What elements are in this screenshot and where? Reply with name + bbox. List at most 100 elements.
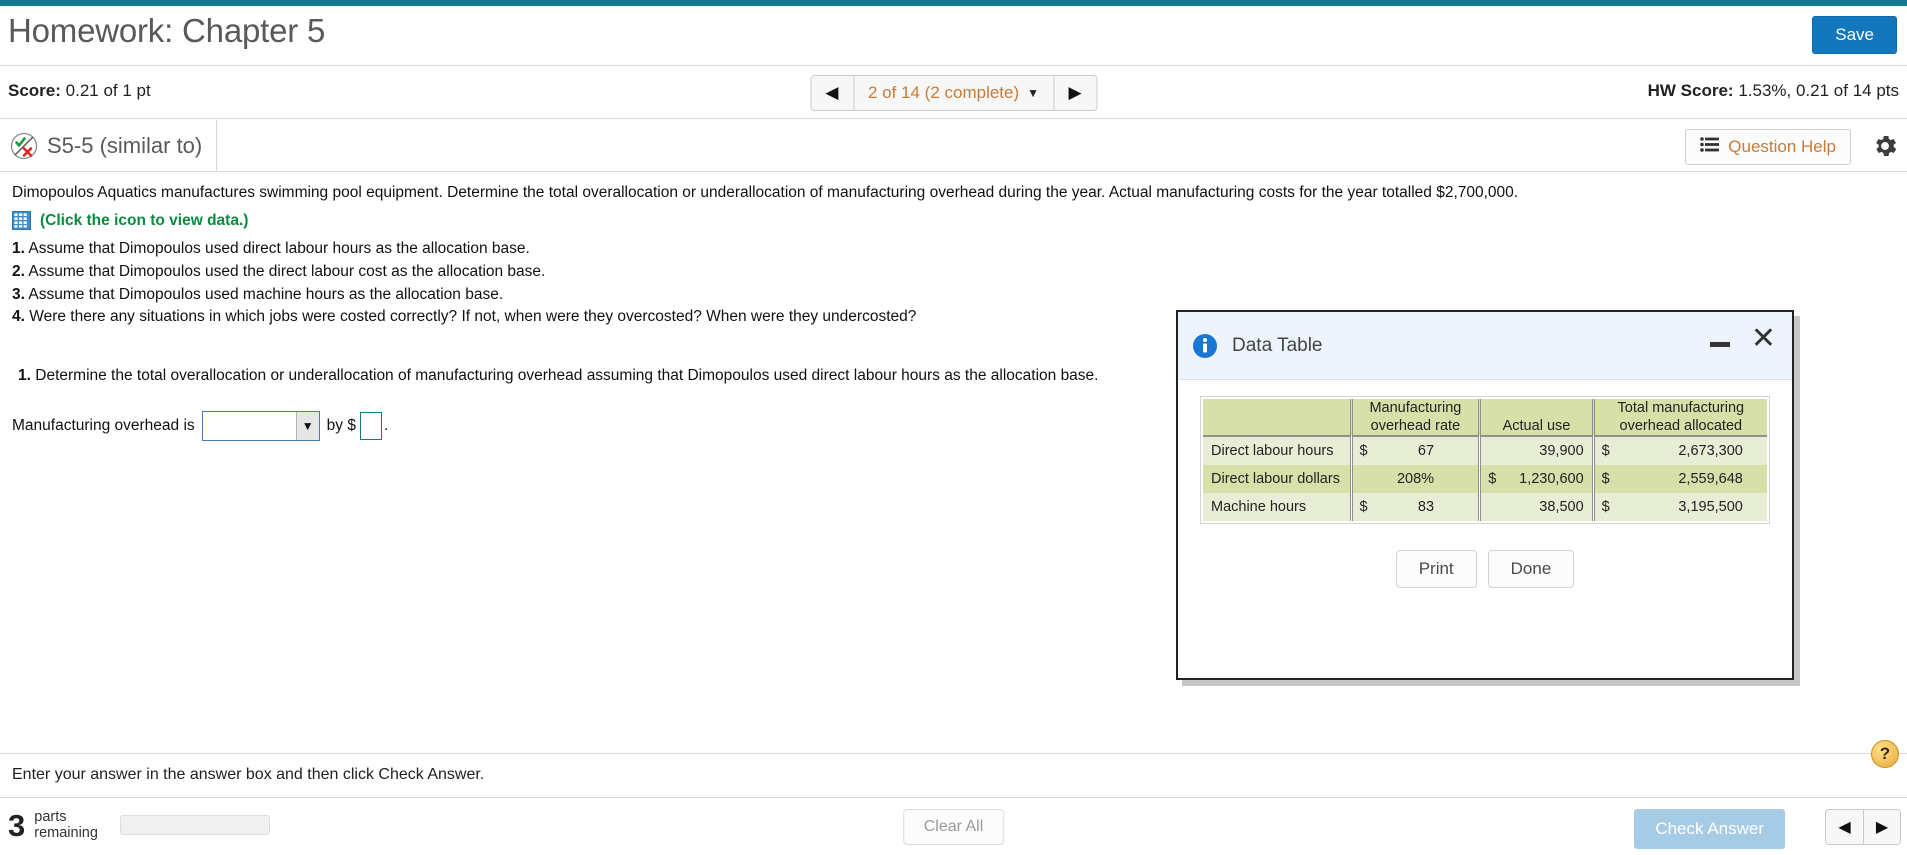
progress-bar: [119, 815, 270, 836]
dialog-header: Data Table ✕: [1178, 312, 1792, 380]
row-rate: $ 83: [1349, 493, 1480, 522]
actual-use-value: 38,500: [1539, 499, 1584, 516]
dialog-title: Data Table: [1232, 334, 1323, 356]
save-button[interactable]: Save: [1812, 16, 1897, 55]
row-rate: $ 67: [1349, 436, 1480, 466]
grid-table-icon[interactable]: [12, 211, 31, 231]
currency-symbol: $: [1359, 499, 1368, 516]
done-button[interactable]: Done: [1487, 550, 1575, 589]
homework-page: Homework: Chapter 5 Save Score: 0.21 of …: [0, 0, 1907, 855]
amount-input[interactable]: [359, 411, 382, 440]
question-identifier: S5-5 (similar to): [0, 120, 218, 171]
list-item: 2. Assume that Dimopoulos used the direc…: [12, 261, 1907, 284]
rate-value: 67: [1417, 443, 1435, 460]
dialog-buttons: Print Done: [1200, 550, 1770, 589]
data-table-head: Manufacturing overhead rate Actual use T…: [1203, 399, 1767, 438]
column-header-allocated: Total manufacturing overhead allocated: [1591, 399, 1767, 438]
close-icon[interactable]: ✕: [1751, 324, 1776, 354]
current-part-number: 1.: [18, 366, 31, 384]
question-position-label: 2 of 14 (2 complete): [867, 83, 1020, 102]
footer-prev-button[interactable]: ◀: [1826, 810, 1863, 844]
footer-next-button[interactable]: ▶: [1863, 810, 1900, 844]
page-title: Homework: Chapter 5: [8, 12, 326, 49]
parts-remaining-count: 3: [8, 807, 26, 843]
help-bubble-icon[interactable]: ?: [1871, 740, 1899, 768]
hint-bar: Enter your answer in the answer box and …: [0, 740, 1907, 798]
currency-symbol: $: [1601, 443, 1610, 460]
row-actual-use: 39,900: [1478, 436, 1594, 466]
score-bar: Score: 0.21 of 1 pt ◀ 2 of 14 (2 complet…: [0, 67, 1907, 119]
footer-bar: 3 parts remaining Clear All Check Answer…: [0, 798, 1907, 855]
score-display: Score: 0.21 of 1 pt: [8, 81, 151, 101]
hw-score-display: HW Score: 1.53%, 0.21 of 14 pts: [1648, 81, 1899, 101]
requirement-text: Were there any situations in which jobs …: [29, 308, 917, 326]
question-id-label: S5-5 (similar to): [47, 132, 203, 158]
prev-question-button[interactable]: ◀: [810, 76, 853, 110]
rate-value: 83: [1417, 499, 1435, 516]
allocated-value: 2,673,300: [1678, 443, 1743, 460]
minimize-icon[interactable]: [1710, 342, 1730, 347]
parts-remaining-label: parts remaining: [34, 809, 98, 841]
view-data-link-row: (Click the icon to view data.): [12, 211, 1907, 231]
question-bar: S5-5 (similar to) Question Help: [0, 120, 1907, 172]
row-actual-use: 38,500: [1478, 493, 1594, 522]
column-header-rate-line1: Manufacturing: [1369, 400, 1462, 416]
column-header-allocated-line2: overhead allocated: [1619, 418, 1743, 435]
allocated-value: 2,559,648: [1678, 471, 1743, 488]
answer-suffix-label: .: [383, 416, 389, 434]
problem-statement: Dimopoulos Aquatics manufactures swimmin…: [12, 184, 1519, 201]
table-row: Machine hours $ 83 38,500 $ 3,195,500: [1203, 493, 1767, 522]
question-position-dropdown[interactable]: 2 of 14 (2 complete) ▼: [852, 76, 1055, 110]
row-allocated: $ 2,559,648: [1591, 465, 1767, 494]
requirement-number: 1.: [12, 240, 25, 258]
data-table-wrapper: Manufacturing overhead rate Actual use T…: [1200, 396, 1770, 525]
currency-symbol: $: [1488, 471, 1497, 488]
answer-prefix-label: Manufacturing overhead is: [12, 416, 195, 434]
column-header-rate: Manufacturing overhead rate: [1349, 399, 1480, 438]
row-allocated: $ 2,673,300: [1591, 436, 1767, 466]
hw-score-value: 1.53%, 0.21 of 14 pts: [1738, 81, 1899, 100]
score-value: 0.21 of 1 pt: [65, 81, 151, 100]
actual-use-value: 39,900: [1539, 443, 1584, 460]
next-question-button[interactable]: ▶: [1054, 76, 1097, 110]
check-and-cross-icon: [10, 132, 38, 160]
overallocation-select-value: [203, 412, 296, 440]
column-header-allocated-line1: Total manufacturing: [1617, 400, 1745, 416]
current-part-text: Determine the total overallocation or un…: [35, 366, 1099, 384]
dialog-body: Manufacturing overhead rate Actual use T…: [1178, 380, 1792, 589]
parts-remaining-group: 3 parts remaining: [8, 809, 270, 841]
currency-symbol: $: [1601, 471, 1610, 488]
requirement-text: Assume that Dimopoulos used machine hour…: [28, 285, 504, 303]
print-button[interactable]: Print: [1395, 550, 1477, 589]
row-rate: 208%: [1349, 465, 1480, 494]
hw-score-label: HW Score:: [1647, 81, 1734, 100]
column-header-rate-line2: overhead rate: [1370, 418, 1461, 435]
question-help-button[interactable]: Question Help: [1685, 129, 1851, 165]
row-actual-use: $ 1,230,600: [1478, 465, 1594, 494]
requirement-number: 2.: [12, 263, 25, 281]
requirement-text: Assume that Dimopoulos used the direct l…: [28, 263, 546, 281]
list-icon: [1700, 137, 1720, 157]
check-answer-button[interactable]: Check Answer: [1634, 809, 1785, 849]
data-table: Manufacturing overhead rate Actual use T…: [1203, 399, 1767, 522]
allocated-value: 3,195,500: [1678, 499, 1743, 516]
answer-middle-label: by $: [326, 416, 356, 434]
row-allocated: $ 3,195,500: [1591, 493, 1767, 522]
list-item: 3. Assume that Dimopoulos used machine h…: [12, 284, 1907, 307]
parts-label-line2: remaining: [34, 825, 98, 842]
table-row: Direct labour dollars 208% $ 1,230,600 $…: [1203, 465, 1767, 494]
title-bar: Homework: Chapter 5 Save: [0, 6, 1907, 66]
data-table-body: Direct labour hours $ 67 39,900 $ 2,673,…: [1203, 436, 1767, 522]
requirement-number: 3.: [12, 285, 25, 303]
clear-all-button[interactable]: Clear All: [902, 809, 1005, 845]
question-help-label: Question Help: [1728, 137, 1836, 156]
currency-symbol: $: [1359, 443, 1368, 460]
gear-icon[interactable]: [1871, 132, 1899, 160]
view-data-link[interactable]: (Click the icon to view data.): [40, 212, 248, 230]
currency-symbol: $: [1601, 499, 1610, 516]
requirement-number: 4.: [12, 308, 25, 326]
row-label: Machine hours: [1203, 493, 1351, 522]
row-label: Direct labour hours: [1203, 436, 1351, 466]
footer-navigator: ◀ ▶: [1825, 809, 1901, 845]
overallocation-select[interactable]: ▼: [201, 410, 320, 441]
